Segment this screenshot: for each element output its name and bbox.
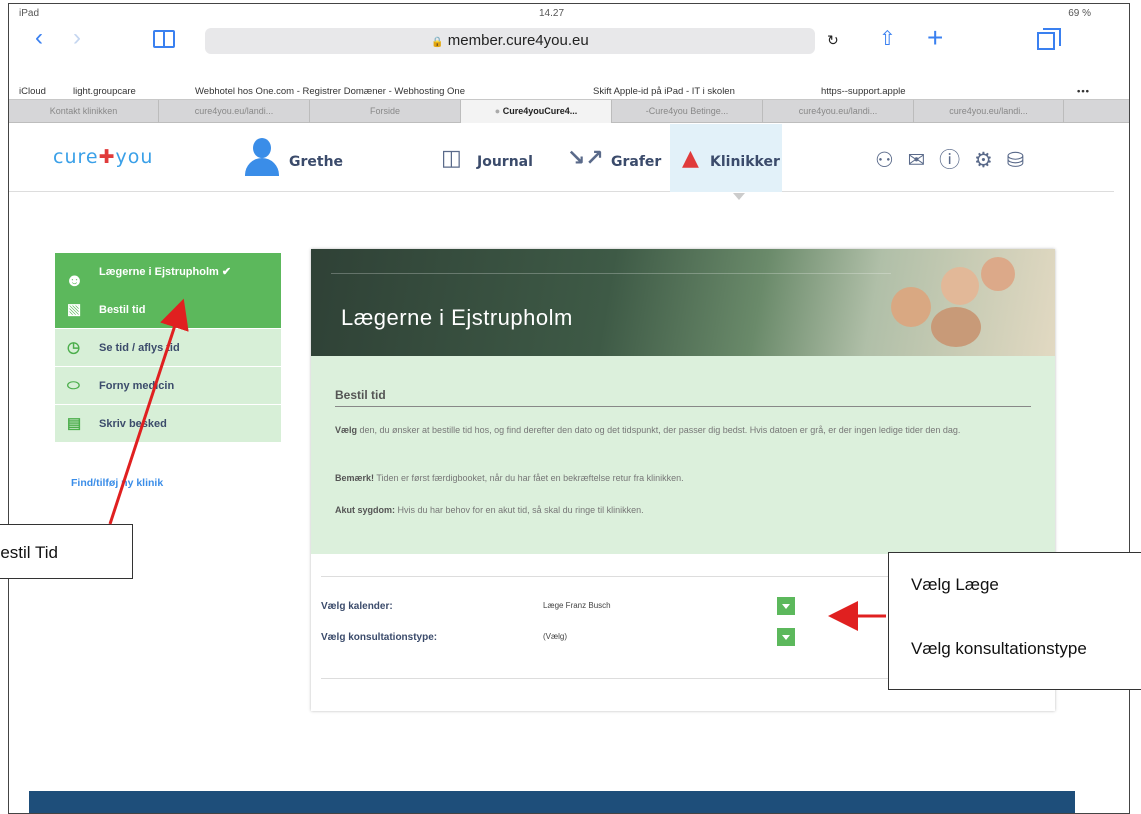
cure4you-logo[interactable]: cure✚you bbox=[53, 146, 153, 168]
sidebar-item-bestil-tid[interactable]: ▧ Bestil tid bbox=[55, 291, 281, 329]
clock: 14.27 bbox=[539, 8, 565, 19]
annotation-text: Bestil Tid bbox=[0, 543, 58, 562]
nav-journal-label: Journal bbox=[477, 154, 533, 170]
tabs-overview-icon[interactable] bbox=[1037, 28, 1061, 50]
forward-icon[interactable]: › bbox=[73, 26, 81, 50]
nav-grafer[interactable]: ↘↗ Grafer bbox=[563, 124, 673, 192]
annotation-callout-bestil-tid: Bestil Tid bbox=[0, 524, 133, 579]
consultation-type-select[interactable]: (Vælg) bbox=[537, 627, 795, 647]
browser-tab-active[interactable]: ● Cure4youCure4... bbox=[461, 100, 612, 123]
address-bar[interactable]: 🔒 member.cure4you.eu bbox=[205, 28, 815, 54]
new-tab-icon[interactable]: + bbox=[927, 22, 943, 54]
share-icon[interactable]: ⇧ bbox=[879, 26, 896, 51]
find-clinic-link[interactable]: Find/tilføj ny klinik bbox=[55, 477, 281, 489]
tab-favicon-icon: ● bbox=[494, 106, 503, 116]
banner-title: Lægerne i Ejstrupholm bbox=[341, 305, 573, 330]
nav-klinikker[interactable]: ▲ Klinikker bbox=[670, 124, 782, 192]
browser-tab-bar: Kontakt klinikken cure4you.eu/landi... F… bbox=[9, 99, 1129, 123]
clinic-doctor-icon: ▲ bbox=[682, 146, 699, 171]
logo-cross-icon: ✚ bbox=[98, 146, 116, 168]
active-nav-caret-icon bbox=[733, 193, 745, 200]
family-photo bbox=[871, 257, 1041, 352]
chart-icon: ↘↗ bbox=[567, 146, 604, 171]
booking-info: Bestil tid Vælg den, du ønsker at bestil… bbox=[311, 356, 1055, 554]
lock-icon: 🔒 bbox=[431, 37, 444, 48]
mail-icon[interactable]: ✉ bbox=[908, 148, 930, 173]
calendar-icon: ▧ bbox=[67, 301, 82, 318]
section-title: Bestil tid bbox=[335, 388, 386, 402]
annotation-text: Vælg konsultationstype bbox=[911, 639, 1087, 658]
annotation-callout-select: Vælg Læge Vælg konsultationstype bbox=[888, 552, 1141, 690]
calendar-select[interactable]: Læge Franz Busch bbox=[537, 596, 795, 616]
nav-grafer-label: Grafer bbox=[611, 154, 662, 170]
urgent-paragraph: Akut sygdom: Hvis du har behov for en ak… bbox=[335, 505, 644, 515]
favorite-link[interactable]: Skift Apple-id på iPad - IT i skolen bbox=[593, 86, 735, 97]
calendar-label: Vælg kalender: bbox=[321, 601, 393, 612]
help-icon[interactable]: ⓘ bbox=[939, 144, 964, 174]
sidebar-item-skriv-besked[interactable]: ▤ Skriv besked bbox=[55, 405, 281, 443]
consultation-type-value: (Vælg) bbox=[543, 632, 568, 641]
calendar-select-value: Læge Franz Busch bbox=[543, 601, 611, 610]
sidebar-item-forny-medicin[interactable]: ⬭ Forny medicin bbox=[55, 367, 281, 405]
favorites-more-icon[interactable]: ••• bbox=[1077, 86, 1090, 97]
header-icon-group: ⚇ ✉ ⓘ ⚙ ⛁ bbox=[875, 144, 1028, 174]
active-tab-label: Cure4youCure4... bbox=[502, 106, 578, 116]
note-paragraph: Bemærk! Tiden er først færdigbooket, når… bbox=[335, 473, 684, 483]
browser-tab[interactable]: cure4you.eu/landi... bbox=[763, 100, 914, 123]
gear-icon[interactable]: ⚙ bbox=[974, 148, 997, 173]
nav-klinikker-label: Klinikker bbox=[710, 154, 780, 170]
people-icon[interactable]: ⚇ bbox=[875, 148, 898, 173]
footer-bar bbox=[29, 791, 1075, 813]
journal-icon: ◫ bbox=[441, 146, 462, 171]
sidebar-item-label: Se tid / aflys tid bbox=[99, 342, 180, 354]
pill-icon: ⬭ bbox=[67, 377, 80, 394]
back-icon[interactable]: ‹ bbox=[35, 26, 43, 50]
clinic-banner: Lægerne i Ejstrupholm bbox=[311, 249, 1055, 356]
clock-icon: ◷ bbox=[67, 339, 81, 356]
favorite-link[interactable]: light.groupcare bbox=[73, 86, 136, 97]
user-name: Grethe bbox=[289, 154, 344, 170]
clinic-name: Lægerne i Ejstrupholm bbox=[99, 266, 219, 278]
sidebar-item-label: Forny medicin bbox=[99, 380, 175, 392]
avatar bbox=[245, 138, 279, 178]
folder-icon: ▤ bbox=[67, 415, 82, 432]
dropdown-arrow-icon[interactable] bbox=[777, 597, 795, 615]
favorite-link[interactable]: https--support.apple bbox=[821, 86, 906, 97]
clinic-sidebar: ☻ Lægerne i Ejstrupholm ✔ ▧ Bestil tid ◷… bbox=[55, 253, 281, 489]
browser-tab[interactable]: cure4you.eu/landi... bbox=[914, 100, 1064, 123]
bookmarks-icon[interactable] bbox=[153, 30, 175, 48]
nav-journal[interactable]: ◫ Journal bbox=[429, 124, 549, 192]
favorite-link[interactable]: Webhotel hos One.com - Registrer Domæner… bbox=[195, 86, 465, 97]
sidebar-item-label: Bestil tid bbox=[99, 304, 146, 316]
sidebar-item-label: Skriv besked bbox=[99, 418, 167, 430]
url-text: member.cure4you.eu bbox=[447, 32, 589, 49]
clinic-selector[interactable]: ☻ Lægerne i Ejstrupholm ✔ bbox=[55, 253, 281, 291]
safari-toolbar: ‹ › 🔒 member.cure4you.eu ↻ ⇧ + iCloud lig… bbox=[9, 22, 1129, 97]
browser-tab[interactable]: Kontakt klinikken bbox=[9, 100, 159, 123]
consultation-type-label: Vælg konsultationstype: bbox=[321, 632, 438, 643]
reload-icon[interactable]: ↻ bbox=[827, 32, 839, 49]
battery-level: 69 % bbox=[1068, 8, 1091, 19]
favorite-link[interactable]: iCloud bbox=[19, 86, 46, 97]
screenshot-frame: iPad 14.27 69 % ‹ › 🔒 member.cure4you.eu … bbox=[8, 3, 1130, 814]
annotation-text: Vælg Læge bbox=[911, 575, 999, 594]
browser-tab[interactable]: Forside bbox=[310, 100, 461, 123]
browser-tab[interactable]: cure4you.eu/landi... bbox=[159, 100, 310, 123]
dropdown-arrow-icon[interactable] bbox=[777, 628, 795, 646]
lock-icon[interactable]: ⛁ bbox=[1007, 148, 1029, 173]
instructions-paragraph: Vælg den, du ønsker at bestille tid hos,… bbox=[335, 425, 961, 435]
device-label: iPad bbox=[19, 8, 40, 19]
browser-tab[interactable]: -Cure4you Betinge... bbox=[612, 100, 763, 123]
chevron-down-icon: ✔ bbox=[221, 266, 232, 278]
sidebar-item-se-tid[interactable]: ◷ Se tid / aflys tid bbox=[55, 329, 281, 367]
